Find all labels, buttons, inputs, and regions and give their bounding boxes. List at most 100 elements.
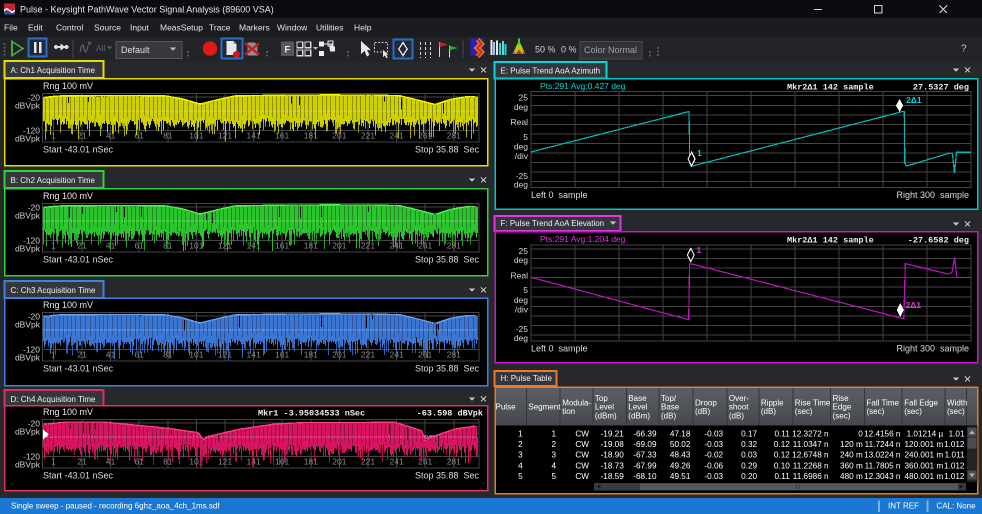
svg-text:240 m: 240 m bbox=[840, 451, 863, 460]
svg-text:All: All bbox=[96, 43, 106, 53]
svg-text:(dB): (dB) bbox=[695, 407, 710, 416]
svg-text:Level: Level bbox=[595, 403, 614, 412]
svg-text:5: 5 bbox=[523, 285, 528, 295]
svg-text:(dB): (dB) bbox=[761, 407, 776, 416]
svg-text:121: 121 bbox=[218, 240, 232, 250]
svg-text:H: Pulse Table: H: Pulse Table bbox=[501, 374, 553, 383]
svg-text:deg: deg bbox=[514, 255, 528, 265]
svg-text:Pulse - Keysight PathWave Vect: Pulse - Keysight PathWave Vector Signal … bbox=[20, 5, 274, 15]
svg-text:0: 0 bbox=[858, 430, 863, 439]
svg-text:281: 281 bbox=[447, 240, 461, 250]
svg-text:Rise Time: Rise Time bbox=[795, 398, 831, 407]
svg-text:-19.21: -19.21 bbox=[601, 430, 625, 439]
svg-text:-18.59: -18.59 bbox=[601, 472, 625, 481]
svg-text:241: 241 bbox=[390, 456, 404, 466]
svg-text:dBVpk: dBVpk bbox=[15, 100, 41, 110]
svg-text:50.02: 50.02 bbox=[670, 440, 691, 449]
svg-text:11.7805 n: 11.7805 n bbox=[865, 461, 901, 470]
svg-text:2: 2 bbox=[551, 440, 556, 449]
svg-text:-66.39: -66.39 bbox=[633, 430, 657, 439]
svg-text:480 m: 480 m bbox=[840, 472, 863, 481]
svg-text:deg: deg bbox=[514, 333, 528, 343]
svg-text:(sec): (sec) bbox=[947, 407, 965, 416]
svg-text:Mkr1 -3.95034533 nSec: Mkr1 -3.95034533 nSec bbox=[258, 409, 365, 419]
svg-text:47.18: 47.18 bbox=[670, 430, 691, 439]
svg-text:12.3043 n: 12.3043 n bbox=[864, 472, 901, 481]
svg-text:4: 4 bbox=[551, 461, 556, 470]
svg-text:141: 141 bbox=[247, 349, 261, 359]
svg-text:120 m: 120 m bbox=[840, 440, 863, 449]
svg-text:Pts:291 Avg:0.427 deg: Pts:291 Avg:0.427 deg bbox=[540, 81, 626, 91]
svg-text:-18.73: -18.73 bbox=[601, 461, 625, 470]
svg-text:1.012: 1.012 bbox=[944, 440, 965, 449]
svg-text:Stop 35.88 Sec: Stop 35.88 Sec bbox=[415, 364, 480, 374]
svg-text:Start -43.01 nSec: Start -43.01 nSec bbox=[43, 471, 114, 481]
svg-text:dBVpk: dBVpk bbox=[15, 319, 41, 329]
svg-text:dBVpk: dBVpk bbox=[15, 426, 41, 436]
svg-text:(sec): (sec) bbox=[904, 407, 922, 416]
svg-text:(dB): (dB) bbox=[661, 412, 676, 421]
svg-text:2Δ1: 2Δ1 bbox=[906, 95, 922, 105]
svg-text:0.32: 0.32 bbox=[741, 440, 757, 449]
svg-text:-69.09: -69.09 bbox=[633, 440, 657, 449]
svg-text:1: 1 bbox=[697, 245, 702, 255]
svg-text:201: 201 bbox=[332, 130, 346, 140]
svg-text:Ripple: Ripple bbox=[761, 398, 784, 407]
svg-text:CW: CW bbox=[575, 440, 589, 449]
svg-text:Over-: Over- bbox=[729, 394, 749, 403]
svg-text:Start -43.01 nSec: Start -43.01 nSec bbox=[43, 255, 114, 265]
svg-text:Left 0 sample: Left 0 sample bbox=[531, 344, 588, 354]
svg-text:Droop: Droop bbox=[695, 398, 717, 407]
svg-text:Top: Top bbox=[595, 394, 608, 403]
svg-text:Markers: Markers bbox=[239, 23, 270, 33]
svg-text:-67.99: -67.99 bbox=[633, 461, 657, 470]
svg-text:Segment: Segment bbox=[528, 403, 561, 412]
svg-text:(dBm): (dBm) bbox=[628, 412, 650, 421]
svg-text:161: 161 bbox=[275, 130, 289, 140]
svg-text:-18.90: -18.90 bbox=[601, 451, 625, 460]
svg-text:INT REF: INT REF bbox=[888, 502, 919, 511]
svg-text:?: ? bbox=[961, 44, 967, 55]
svg-text:221: 221 bbox=[361, 130, 375, 140]
svg-text:(sec): (sec) bbox=[833, 412, 851, 421]
svg-text:Pulse: Pulse bbox=[496, 403, 517, 412]
svg-text:181: 181 bbox=[304, 240, 318, 250]
svg-text:161: 161 bbox=[275, 240, 289, 250]
svg-text:-67.33: -67.33 bbox=[633, 451, 657, 460]
svg-text:0.11: 0.11 bbox=[774, 430, 790, 439]
svg-text:Right 300 sample: Right 300 sample bbox=[896, 190, 969, 200]
svg-text:101: 101 bbox=[189, 349, 203, 359]
svg-text:0 %: 0 % bbox=[561, 45, 577, 55]
svg-text:Edge: Edge bbox=[833, 403, 852, 412]
svg-text:(dBm): (dBm) bbox=[595, 412, 617, 421]
svg-text:11.0347 n: 11.0347 n bbox=[793, 440, 829, 449]
svg-text:(sec): (sec) bbox=[795, 407, 813, 416]
svg-text:(sec): (sec) bbox=[867, 407, 885, 416]
svg-text:-0.03: -0.03 bbox=[704, 472, 723, 481]
svg-text:181: 181 bbox=[304, 349, 318, 359]
svg-text:0.12: 0.12 bbox=[774, 451, 790, 460]
svg-text:dBVpk: dBVpk bbox=[15, 244, 41, 254]
svg-text:360 m: 360 m bbox=[840, 461, 863, 470]
svg-text:120.001 m: 120.001 m bbox=[904, 440, 943, 449]
svg-text:Fall Time: Fall Time bbox=[867, 398, 900, 407]
svg-text:12.3272 n: 12.3272 n bbox=[792, 430, 829, 439]
svg-text:Mkr2Δ1 142 sample: Mkr2Δ1 142 sample bbox=[787, 236, 874, 246]
svg-text:5: 5 bbox=[523, 132, 528, 142]
svg-text:2Δ1: 2Δ1 bbox=[906, 300, 922, 310]
svg-text:Rise: Rise bbox=[833, 394, 850, 403]
svg-text:Real: Real bbox=[511, 117, 529, 127]
svg-text:dBVpk: dBVpk bbox=[15, 353, 41, 363]
svg-text:Right 300 sample: Right 300 sample bbox=[896, 344, 969, 354]
svg-text:Rng 100 mV: Rng 100 mV bbox=[43, 300, 93, 310]
svg-text:0.20: 0.20 bbox=[741, 472, 757, 481]
svg-text:Width: Width bbox=[947, 398, 967, 407]
svg-text:0.10: 0.10 bbox=[774, 461, 790, 470]
svg-text:-0.02: -0.02 bbox=[704, 451, 723, 460]
svg-text:Start -43.01 nSec: Start -43.01 nSec bbox=[43, 145, 114, 155]
svg-text:1: 1 bbox=[51, 456, 56, 466]
svg-text:Rng 100 mV: Rng 100 mV bbox=[43, 407, 93, 417]
svg-text:241: 241 bbox=[390, 130, 404, 140]
svg-text:Pts:291 Avg:1.204 deg: Pts:291 Avg:1.204 deg bbox=[540, 234, 626, 244]
svg-text:241: 241 bbox=[390, 240, 404, 250]
